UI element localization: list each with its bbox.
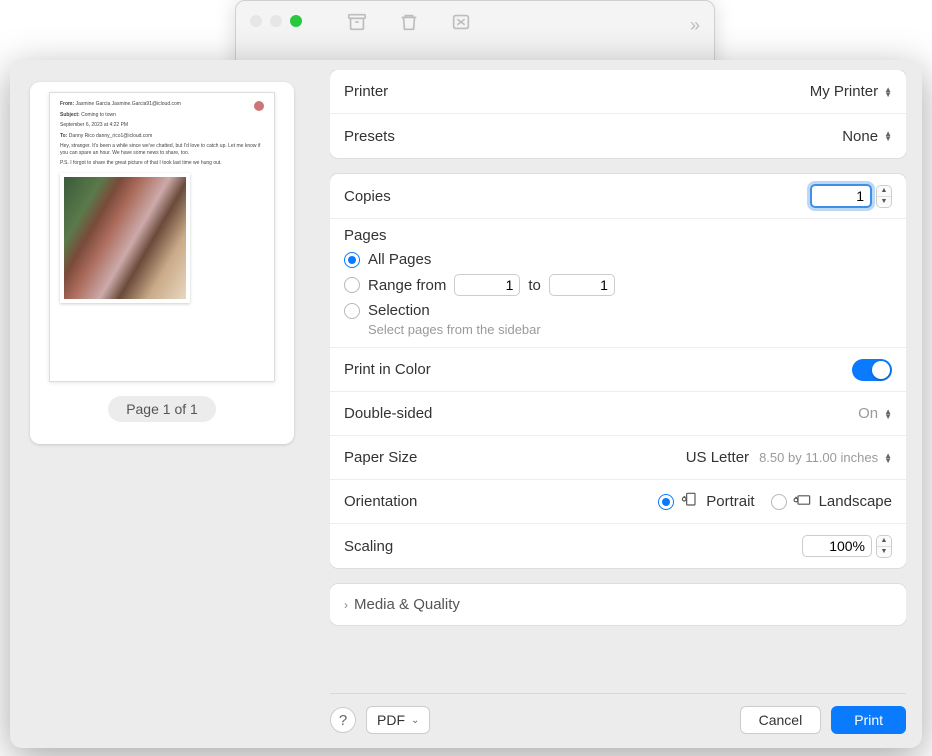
pdf-menu-button[interactable]: PDF ⌄ bbox=[366, 706, 430, 734]
window-traffic-lights bbox=[250, 15, 302, 27]
copies-spinner[interactable]: ▲▼ bbox=[876, 185, 892, 208]
double-sided-selector[interactable]: On bbox=[858, 405, 892, 422]
cancel-button[interactable]: Cancel bbox=[740, 706, 822, 734]
range-to-label: to bbox=[528, 277, 541, 294]
double-sided-value: On bbox=[858, 405, 878, 422]
chevron-updown-icon bbox=[884, 131, 892, 141]
paper-size-label: Paper Size bbox=[344, 449, 417, 466]
portrait-label: Portrait bbox=[706, 493, 754, 510]
scaling-row: Scaling ▲▼ bbox=[330, 524, 906, 568]
minimize-window-icon bbox=[270, 15, 282, 27]
email-to-value: Danny Rico danny_rico1@icloud.com bbox=[69, 133, 152, 139]
radio-unchecked-icon[interactable] bbox=[344, 303, 360, 319]
print-dialog: From: Jasmine Garcia Jasmine.Garcia91@ic… bbox=[10, 60, 922, 748]
double-sided-label: Double-sided bbox=[344, 405, 432, 422]
archive-icon bbox=[346, 11, 368, 36]
help-button[interactable]: ? bbox=[330, 707, 356, 733]
print-preview-page: From: Jasmine Garcia Jasmine.Garcia91@ic… bbox=[49, 92, 275, 382]
email-date-value: September 6, 2023 at 4:22 PM bbox=[60, 122, 128, 128]
printer-presets-card: Printer My Printer Presets None bbox=[330, 70, 906, 158]
zoom-window-icon bbox=[290, 15, 302, 27]
close-window-icon bbox=[250, 15, 262, 27]
scaling-spinner[interactable]: ▲▼ bbox=[876, 535, 892, 558]
scaling-label: Scaling bbox=[344, 538, 393, 555]
radio-unchecked-icon[interactable] bbox=[344, 277, 360, 293]
orientation-landscape-option[interactable]: Landscape bbox=[771, 491, 892, 513]
chevron-right-icon: › bbox=[344, 598, 348, 612]
pdf-label: PDF bbox=[377, 712, 405, 728]
paper-size-value: US Letter bbox=[686, 449, 749, 466]
email-subject-label: Subject: bbox=[60, 112, 80, 118]
printer-value: My Printer bbox=[810, 83, 878, 100]
print-settings: Printer My Printer Presets None Copies bbox=[330, 70, 906, 680]
chevron-updown-icon bbox=[884, 453, 892, 463]
toolbar-overflow-icon: » bbox=[690, 15, 700, 36]
options-card: Copies ▲▼ Pages All Pages Range from to bbox=[330, 174, 906, 568]
copies-input[interactable] bbox=[810, 184, 872, 208]
portrait-icon bbox=[680, 491, 700, 513]
print-in-color-toggle[interactable] bbox=[852, 359, 892, 381]
cancel-label: Cancel bbox=[759, 712, 803, 728]
radio-unchecked-icon[interactable] bbox=[771, 494, 787, 510]
scaling-stepper[interactable]: ▲▼ bbox=[802, 535, 892, 558]
presets-selector[interactable]: None bbox=[842, 128, 892, 145]
email-body-line-1: Hey, stranger. It's been a while since w… bbox=[60, 143, 264, 156]
background-toolbar-icons bbox=[346, 11, 472, 36]
landscape-icon bbox=[793, 491, 813, 513]
chevron-updown-icon bbox=[884, 409, 892, 419]
presets-row[interactable]: Presets None bbox=[330, 114, 906, 158]
trash-icon bbox=[398, 11, 420, 36]
orientation-row: Orientation Portrait Lands bbox=[330, 480, 906, 524]
selection-hint: Select pages from the sidebar bbox=[368, 322, 892, 337]
range-from-label: Range from bbox=[368, 277, 446, 294]
email-photo bbox=[60, 173, 190, 303]
printer-row[interactable]: Printer My Printer bbox=[330, 70, 906, 114]
pages-range-option[interactable]: Range from to bbox=[344, 271, 892, 299]
paper-size-selector[interactable]: US Letter 8.50 by 11.00 inches bbox=[686, 449, 892, 466]
email-to-label: To: bbox=[60, 133, 67, 139]
pages-selection-option[interactable]: Selection bbox=[344, 299, 892, 322]
media-quality-disclosure[interactable]: › Media & Quality bbox=[330, 584, 906, 625]
orientation-portrait-option[interactable]: Portrait bbox=[658, 491, 754, 513]
email-from-label: From: bbox=[60, 101, 74, 107]
chevron-down-icon: ⌄ bbox=[411, 715, 419, 726]
chevron-updown-icon bbox=[884, 87, 892, 97]
range-to-input[interactable] bbox=[549, 274, 615, 296]
pages-block: Pages All Pages Range from to Selection … bbox=[330, 219, 906, 348]
email-from-value: Jasmine Garcia Jasmine.Garcia91@icloud.c… bbox=[76, 101, 181, 107]
radio-checked-icon[interactable] bbox=[344, 252, 360, 268]
print-preview-panel: From: Jasmine Garcia Jasmine.Garcia91@ic… bbox=[30, 82, 294, 444]
media-quality-card: › Media & Quality bbox=[330, 584, 906, 625]
avatar bbox=[254, 101, 264, 111]
printer-label: Printer bbox=[344, 83, 388, 100]
pages-all-label: All Pages bbox=[368, 251, 431, 268]
page-indicator: Page 1 of 1 bbox=[108, 396, 216, 422]
copies-label: Copies bbox=[344, 188, 391, 205]
scaling-input[interactable] bbox=[802, 535, 872, 557]
selection-label: Selection bbox=[368, 302, 430, 319]
email-body-line-2: P.S. I forgot to share the great picture… bbox=[60, 160, 264, 167]
copies-stepper[interactable]: ▲▼ bbox=[810, 184, 892, 208]
paper-size-dimensions: 8.50 by 11.00 inches bbox=[759, 450, 878, 465]
email-subject-value: Coming to town bbox=[81, 112, 116, 118]
print-button[interactable]: Print bbox=[831, 706, 906, 734]
pages-all-option[interactable]: All Pages bbox=[344, 248, 892, 271]
orientation-label: Orientation bbox=[344, 493, 417, 510]
print-in-color-label: Print in Color bbox=[344, 361, 431, 378]
copies-row: Copies ▲▼ bbox=[330, 174, 906, 219]
radio-checked-icon[interactable] bbox=[658, 494, 674, 510]
landscape-label: Landscape bbox=[819, 493, 892, 510]
print-dialog-footer: ? PDF ⌄ Cancel Print bbox=[330, 693, 906, 734]
printer-selector[interactable]: My Printer bbox=[810, 83, 892, 100]
junk-icon bbox=[450, 11, 472, 36]
print-label: Print bbox=[854, 712, 883, 728]
media-quality-label: Media & Quality bbox=[354, 596, 460, 613]
presets-label: Presets bbox=[344, 128, 395, 145]
range-from-input[interactable] bbox=[454, 274, 520, 296]
double-sided-row[interactable]: Double-sided On bbox=[330, 392, 906, 436]
print-in-color-row: Print in Color bbox=[330, 348, 906, 392]
pages-label: Pages bbox=[344, 227, 892, 244]
presets-value: None bbox=[842, 128, 878, 145]
paper-size-row[interactable]: Paper Size US Letter 8.50 by 11.00 inche… bbox=[330, 436, 906, 480]
